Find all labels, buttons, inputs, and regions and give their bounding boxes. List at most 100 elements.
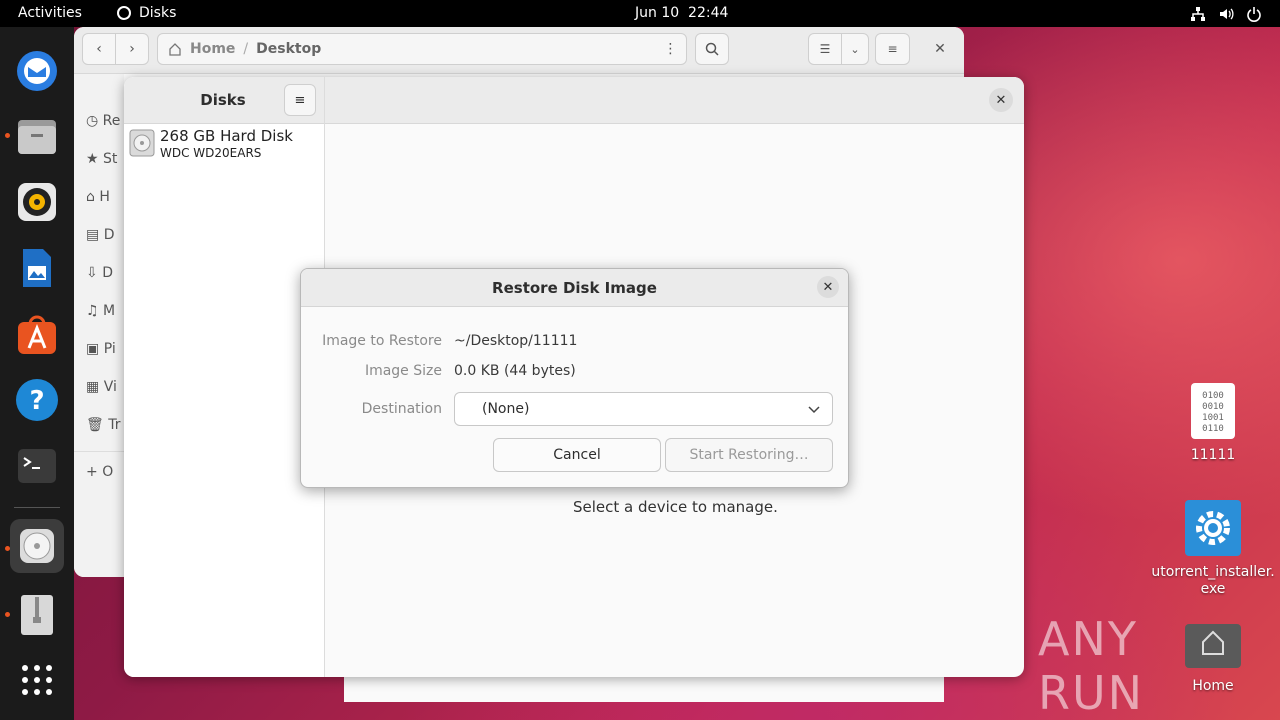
kebab-icon: ⋮ (663, 41, 678, 57)
sidebar-label: Re (102, 113, 121, 129)
dock-show-apps[interactable] (10, 653, 64, 707)
app-menu-label: Disks (139, 5, 177, 21)
search-button[interactable] (695, 33, 729, 65)
dock-files[interactable] (10, 109, 64, 163)
watermark-text: ANY RUN (1038, 612, 1145, 720)
dock-disks[interactable] (10, 519, 64, 573)
dock-app-center[interactable] (10, 307, 64, 361)
home-icon (169, 43, 181, 56)
disks-sidebar-header: Disks ≡ (124, 77, 324, 124)
sidebar-label: Vi (103, 379, 117, 395)
clock-icon: ◷ (86, 113, 99, 129)
dock-help[interactable]: ? (10, 373, 64, 427)
start-restoring-button[interactable]: Start Restoring… (665, 438, 833, 472)
svg-text:0100: 0100 (1202, 391, 1224, 401)
dock-terminal[interactable] (10, 439, 64, 493)
svg-text:0010: 0010 (1202, 402, 1224, 412)
sidebar-label: St (103, 151, 118, 167)
path-bar[interactable]: Home / Desktop (157, 33, 687, 65)
image-size-value: 0.0 KB (44 bytes) (454, 363, 576, 379)
sidebar-item-trash[interactable]: 🗑 Tr (86, 417, 126, 437)
show-apps-icon (22, 665, 52, 695)
sidebar-item-music[interactable]: ♫ M (86, 303, 126, 323)
disks-menu-button[interactable]: ≡ (284, 84, 316, 116)
volume-icon (1220, 8, 1234, 20)
desktop-icon-label: 11111 (1190, 447, 1236, 463)
sidebar-item-home[interactable]: ⌂ H (86, 189, 126, 209)
breadcrumb-separator: / (243, 41, 249, 57)
hamburger-icon: ≡ (887, 42, 898, 56)
sidebar-label: Tr (108, 417, 121, 433)
dock: ? (0, 27, 74, 720)
sidebar-item-videos[interactable]: ▦ Vi (86, 379, 126, 399)
disks-icon (20, 529, 54, 563)
path-menu-button[interactable]: ⋮ (654, 33, 687, 65)
app-menu[interactable]: Disks (117, 0, 187, 27)
sidebar-label: D (103, 227, 115, 243)
system-status-area[interactable] (1188, 0, 1268, 27)
clock[interactable]: Jun 10 22:44 (635, 0, 728, 27)
files-headerbar: ‹ › Home / Desktop ⋮ ☰ ⌄ ≡ ✕ (74, 27, 964, 74)
dock-thunderbird[interactable] (10, 42, 64, 96)
sidebar-item-downloads[interactable]: ⇩ D (86, 265, 126, 285)
chevron-down-icon: ⌄ (850, 42, 860, 56)
cancel-button[interactable]: Cancel (493, 438, 661, 472)
files-icon (18, 120, 56, 154)
close-icon: ✕ (934, 41, 946, 57)
sidebar-item-documents[interactable]: ▤ D (86, 227, 126, 247)
svg-text:?: ? (29, 386, 44, 416)
desktop-icon-label: Home (1192, 678, 1234, 694)
trash-icon: 🗑 (86, 417, 104, 433)
view-list-button[interactable]: ☰ (808, 33, 842, 65)
film-icon: ▦ (86, 379, 100, 395)
destination-label: Destination (361, 401, 442, 417)
back-button[interactable]: ‹ (82, 33, 116, 65)
sidebar-item-pictures[interactable]: ▣ Pi (86, 341, 126, 361)
desktop-icon-11111[interactable]: 0100 0010 1001 0110 11111 (1172, 380, 1254, 470)
desktop-icon-label-line1: utorrent_installer. (1151, 564, 1275, 580)
desktop-icon-utorrent-installer[interactable]: utorrent_installer. exe (1150, 497, 1276, 597)
sidebar-divider (74, 451, 124, 452)
activities-button[interactable]: Activities (18, 0, 82, 27)
view-options-button[interactable]: ⌄ (841, 33, 869, 65)
disks-app-icon (117, 6, 131, 20)
document-icon: ▤ (86, 227, 100, 243)
close-window-button[interactable]: ✕ (924, 33, 956, 65)
dialog-title: Restore Disk Image (492, 279, 657, 297)
dock-archive[interactable] (10, 588, 64, 642)
restore-disk-image-dialog: Restore Disk Image ✕ Image to Restore ~/… (300, 268, 849, 488)
disks-main-header: ✕ (325, 77, 1024, 124)
dialog-close-button[interactable]: ✕ (817, 276, 839, 298)
destination-dropdown[interactable]: (None) (454, 392, 833, 426)
desktop-icon-label-line2: exe (1200, 581, 1226, 597)
breadcrumb-current[interactable]: Desktop (256, 41, 321, 57)
sidebar-label: O (102, 464, 114, 480)
sidebar-item-other-locations[interactable]: + O (86, 464, 126, 484)
gear-icon (1185, 500, 1241, 556)
files-window-content-edge (344, 677, 944, 702)
star-icon: ★ (86, 151, 99, 167)
svg-text:0110: 0110 (1202, 424, 1224, 434)
sidebar-item-starred[interactable]: ★ St (86, 151, 126, 171)
binary-file-icon: 0100001010010110 (1191, 383, 1235, 439)
top-bar: Activities Disks Jun 10 22:44 (0, 0, 1280, 27)
destination-selected: (None) (482, 401, 530, 417)
drive-list-item[interactable]: 268 GB Hard Disk WDC WD20EARS (124, 124, 324, 164)
sidebar-label: Pi (103, 341, 116, 357)
drive-model: WDC WD20EARS (160, 146, 262, 160)
dock-rhythmbox[interactable] (10, 175, 64, 229)
svg-text:1001: 1001 (1202, 413, 1224, 423)
forward-button[interactable]: › (115, 33, 149, 65)
image-to-restore-value: ~/Desktop/11111 (454, 333, 578, 349)
files-sidebar: ◷ Re ★ St ⌂ H ▤ D ⇩ D ♫ M ▣ Pi ▦ Vi 🗑 Tr… (74, 74, 124, 577)
clock-date: Jun 10 (635, 5, 680, 21)
hamburger-icon: ≡ (294, 92, 306, 108)
image-to-restore-label: Image to Restore (322, 333, 442, 349)
dock-writer[interactable] (10, 241, 64, 295)
main-menu-button[interactable]: ≡ (875, 33, 910, 65)
thunderbird-icon (17, 51, 57, 91)
disks-close-button[interactable]: ✕ (989, 88, 1013, 112)
sidebar-item-recent[interactable]: ◷ Re (86, 113, 126, 133)
breadcrumb-home[interactable]: Home (190, 41, 235, 57)
home-icon: ⌂ (86, 189, 95, 205)
